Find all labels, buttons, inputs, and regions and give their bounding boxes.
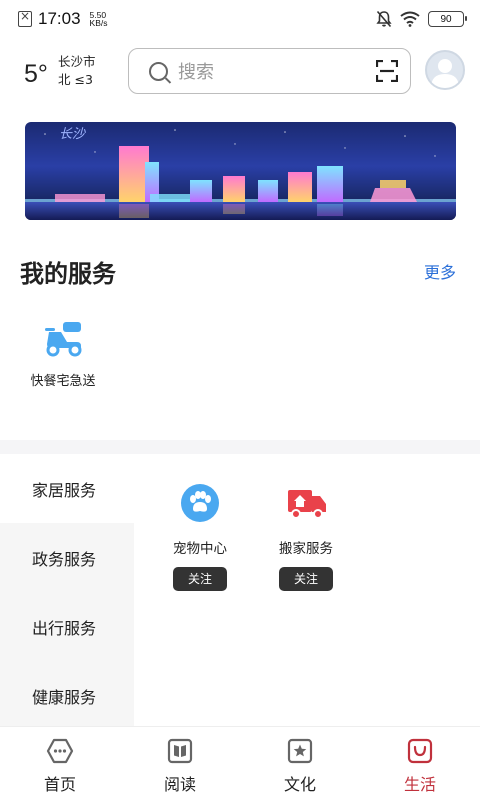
battery-icon: 90	[428, 11, 467, 27]
nav-reading[interactable]: 阅读	[120, 727, 240, 800]
category-sidebar: 家居服务 政务服务 出行服务 健康服务	[0, 454, 134, 726]
category-travel-services[interactable]: 出行服务	[0, 592, 134, 661]
skyline-illustration: 长沙	[25, 127, 456, 220]
moving-truck-icon	[287, 484, 326, 522]
status-bar: 17:03 5.50 KB/s 90	[0, 0, 480, 38]
section-divider	[0, 440, 480, 454]
search-input[interactable]: 搜索	[128, 48, 411, 94]
nav-culture[interactable]: 文化	[240, 727, 360, 800]
nav-label: 生活	[403, 775, 436, 794]
service-item-delivery[interactable]: 快餐宅急送	[22, 318, 104, 389]
scan-icon[interactable]	[376, 60, 398, 82]
my-services-title: 我的服务	[20, 260, 116, 288]
nav-label: 阅读	[163, 775, 196, 794]
category-content: 宠物中心 关注 搬家服务 关注	[134, 454, 480, 726]
category-home-services[interactable]: 家居服务	[0, 454, 134, 523]
home-chat-icon	[46, 737, 74, 765]
mute-bell-icon	[376, 10, 392, 28]
star-box-icon	[286, 737, 314, 765]
bottom-nav: 首页 阅读 文化 生活	[0, 726, 480, 800]
grid-item-moving-service[interactable]: 搬家服务 关注	[261, 484, 351, 591]
category-health-services[interactable]: 健康服务	[0, 661, 134, 730]
user-icon	[431, 59, 459, 88]
city-banner[interactable]: 长沙	[25, 122, 456, 220]
nav-label: 首页	[43, 775, 76, 794]
header: 5° 长沙市 北 ≤3 搜索	[0, 44, 480, 100]
book-icon	[166, 737, 194, 765]
no-sim-icon	[18, 9, 32, 27]
status-right: 90	[376, 10, 467, 28]
nav-label: 文化	[283, 775, 316, 794]
status-left: 17:03 5.50 KB/s	[18, 9, 108, 29]
category-government-services[interactable]: 政务服务	[0, 523, 134, 592]
clock: 17:03	[38, 9, 81, 28]
wind-level: 北 ≤3	[58, 72, 93, 87]
more-link[interactable]: 更多	[424, 259, 456, 283]
follow-button[interactable]: 关注	[173, 567, 227, 591]
scooter-icon	[41, 318, 85, 358]
bag-icon	[406, 737, 434, 765]
grid-item-label: 宠物中心	[173, 541, 227, 557]
net-speed-unit: KB/s	[89, 18, 108, 28]
net-speed: 5.50 KB/s	[89, 11, 108, 28]
wifi-icon	[400, 11, 420, 27]
banner-overlay-text: 长沙	[59, 127, 86, 142]
search-placeholder: 搜索	[178, 62, 214, 83]
weather-temperature[interactable]: 5°	[24, 60, 48, 89]
nav-home[interactable]: 首页	[0, 727, 120, 800]
follow-button[interactable]: 关注	[279, 567, 333, 591]
weather-location[interactable]: 长沙市 北 ≤3	[58, 53, 96, 89]
paw-icon	[181, 484, 219, 522]
avatar[interactable]	[425, 50, 465, 90]
nav-life[interactable]: 生活	[360, 727, 480, 800]
grid-item-label: 搬家服务	[279, 541, 333, 557]
search-icon	[149, 61, 168, 81]
city-name: 长沙市	[58, 54, 96, 69]
service-item-label: 快餐宅急送	[30, 374, 96, 389]
grid-item-pet-center[interactable]: 宠物中心 关注	[155, 484, 245, 591]
